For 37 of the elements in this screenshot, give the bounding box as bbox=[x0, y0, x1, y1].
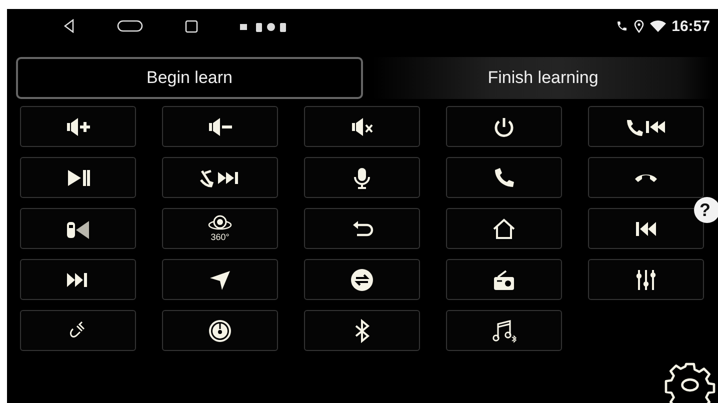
phone-button[interactable] bbox=[446, 157, 562, 198]
clock-time: 16:57 bbox=[672, 18, 710, 34]
recents-icon[interactable] bbox=[185, 20, 198, 32]
navigation-button[interactable] bbox=[162, 259, 278, 300]
hangup-next-button[interactable] bbox=[162, 157, 278, 198]
car-camera-button[interactable] bbox=[20, 208, 136, 249]
wifi-icon bbox=[650, 20, 666, 32]
home-icon bbox=[491, 216, 517, 240]
camera-360-button[interactable]: 360° bbox=[162, 208, 278, 249]
microphone-button[interactable] bbox=[304, 157, 420, 198]
home-button[interactable] bbox=[446, 208, 562, 249]
mode-switch-button[interactable] bbox=[304, 259, 420, 300]
equalizer-button[interactable] bbox=[588, 259, 704, 300]
help-button[interactable]: ? bbox=[694, 197, 718, 223]
caption-label: 360° bbox=[210, 233, 230, 242]
fm-tuner-icon bbox=[491, 268, 517, 292]
bluetooth-music-button[interactable] bbox=[446, 310, 562, 351]
fm-tuner-button[interactable] bbox=[446, 259, 562, 300]
bluetooth-button[interactable] bbox=[304, 310, 420, 351]
hang-up-icon bbox=[634, 172, 658, 183]
back-button[interactable] bbox=[304, 208, 420, 249]
location-icon bbox=[634, 20, 644, 32]
disc-button[interactable] bbox=[162, 310, 278, 351]
bluetooth-music-icon bbox=[491, 318, 517, 342]
power-button[interactable] bbox=[446, 106, 562, 147]
learn-tab[interactable]: Begin learn bbox=[16, 57, 363, 99]
back-icon[interactable] bbox=[63, 19, 75, 33]
mute-button[interactable] bbox=[304, 106, 420, 147]
phone-previous-button[interactable] bbox=[588, 106, 704, 147]
mode-switch-icon bbox=[349, 268, 375, 292]
home-icon[interactable] bbox=[117, 20, 143, 32]
play-pause-button[interactable] bbox=[20, 157, 136, 198]
phone-icon bbox=[616, 20, 628, 32]
volume-down-button[interactable] bbox=[162, 106, 278, 147]
volume-up-button[interactable] bbox=[20, 106, 136, 147]
next-button[interactable] bbox=[20, 259, 136, 300]
disc-icon bbox=[207, 318, 233, 342]
